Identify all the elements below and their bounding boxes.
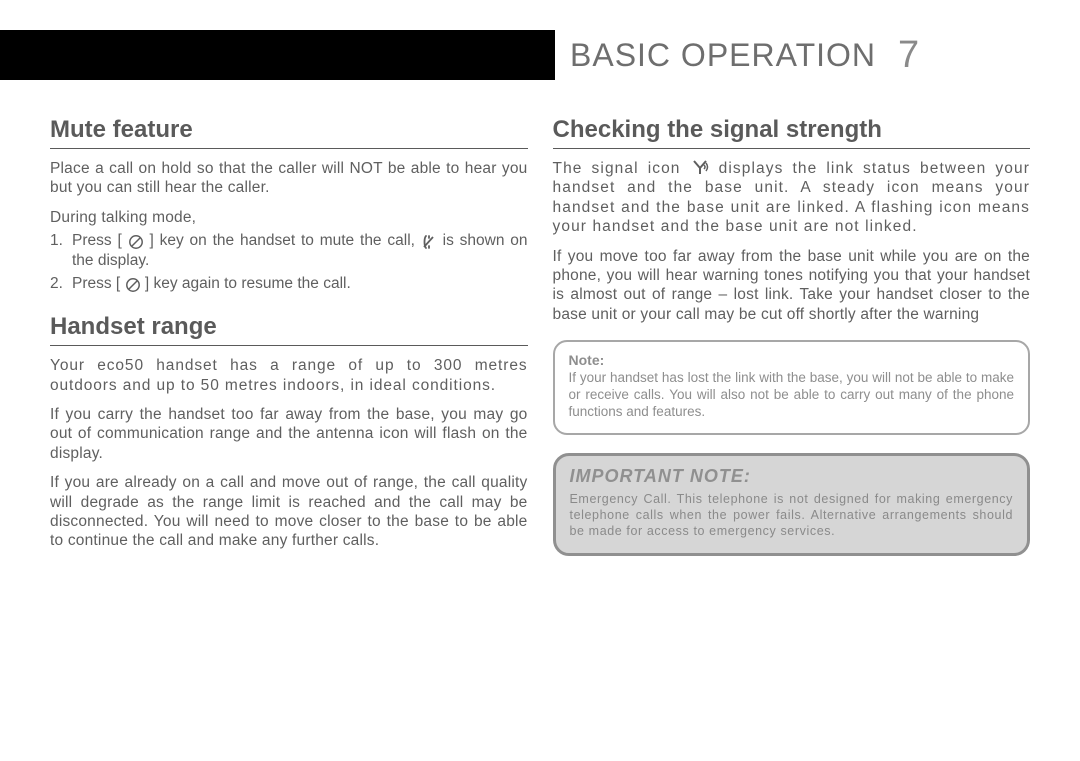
range-p3: If you are already on a call and move ou… [50,473,528,551]
left-column: Mute feature Place a call on hold so tha… [50,110,528,731]
note-box: Note: If your handset has lost the link … [553,340,1031,435]
text: The signal icon [553,160,681,177]
range-p1: Your eco50 handset has a range of up to … [50,356,528,395]
mute-intro: Place a call on hold so that the caller … [50,159,528,198]
heading-mute-feature: Mute feature [50,116,528,149]
mute-during: During talking mode, [50,208,528,227]
text: Press [ [72,232,122,249]
page-number: 7 [898,34,919,77]
right-column: Checking the signal strength The signal … [553,110,1031,731]
mute-display-icon [421,234,437,248]
important-note-box: IMPORTANT NOTE: Emergency Call. This tel… [553,453,1031,557]
step-number: 2. [50,274,72,293]
step-body: Press [ ] key again to resume the call. [72,274,528,293]
signal-p2: If you move too far away from the base u… [553,247,1031,325]
mute-key-icon [128,234,144,248]
mute-step-1: 1. Press [ ] key on the handset to mute … [50,231,528,270]
important-note-title: IMPORTANT NOTE: [570,466,1014,487]
content-area: Mute feature Place a call on hold so tha… [50,110,1030,731]
note-body: If your handset has lost the link with t… [569,370,1015,421]
note-title: Note: [569,352,1015,368]
manual-page: BASIC OPERATION 7 Mute feature Place a c… [0,0,1080,761]
text: ] key again to resume the call. [145,275,351,292]
range-p2: If you carry the handset too far away fr… [50,405,528,463]
heading-signal-strength: Checking the signal strength [553,116,1031,149]
signal-p1: The signal icon displays the link status… [553,159,1031,237]
important-note-body: Emergency Call. This telephone is not de… [570,491,1014,540]
header-black-bar [0,30,555,80]
heading-handset-range: Handset range [50,313,528,346]
mute-key-icon [125,277,141,291]
mute-step-2: 2. Press [ ] key again to resume the cal… [50,274,528,293]
text: ] key on the handset to mute the call, [149,232,415,249]
step-number: 1. [50,231,72,270]
step-body: Press [ ] key on the handset to mute the… [72,231,528,270]
header-title: BASIC OPERATION [570,37,876,74]
header-bar: BASIC OPERATION 7 [0,30,1080,80]
text: Press [ [72,275,120,292]
signal-antenna-icon [690,159,710,174]
